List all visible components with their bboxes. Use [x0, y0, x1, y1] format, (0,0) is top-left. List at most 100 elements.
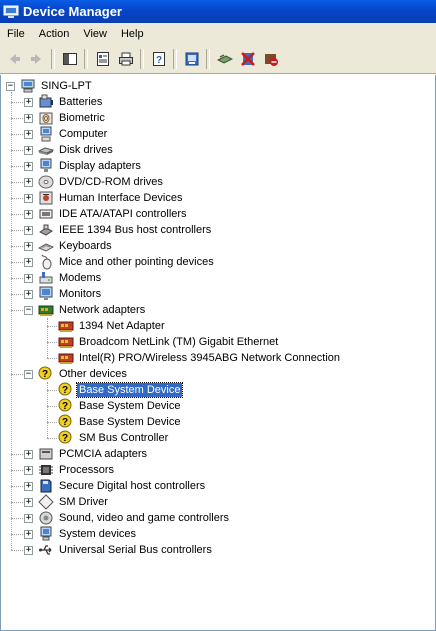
expand-toggle-biometric[interactable]: + — [24, 114, 33, 123]
tree-connector-horizontal — [47, 438, 57, 439]
tree-connector-horizontal — [11, 486, 23, 487]
tree-category-universal-serial-bus-controllers[interactable]: Universal Serial Bus controllers — [38, 542, 214, 558]
ieee1394-icon — [39, 224, 53, 236]
tree-category-secure-digital-host-controllers[interactable]: Secure Digital host controllers — [38, 478, 207, 494]
tree-category-dvd-cd-rom-drives[interactable]: DVD/CD-ROM drives — [38, 174, 165, 190]
tree-category-display-adapters[interactable]: Display adapters — [38, 158, 143, 174]
tree-connector-horizontal — [11, 166, 23, 167]
forward-button[interactable] — [25, 48, 48, 70]
tree-connector-horizontal — [11, 246, 23, 247]
scan-hardware-button[interactable] — [213, 48, 236, 70]
tree-node-label: SM Driver — [59, 496, 108, 508]
unknown-device-icon: ? — [58, 398, 72, 412]
expand-toggle-sound-video-and-game-controllers[interactable]: + — [24, 514, 33, 523]
expand-toggle-modems[interactable]: + — [24, 274, 33, 283]
expand-toggle-disk-drives[interactable]: + — [24, 146, 33, 155]
unknown-device-icon: ? — [38, 366, 52, 380]
disable-button[interactable] — [259, 48, 282, 70]
toolbar-separator — [51, 49, 55, 69]
tree-node-label: SING-LPT — [41, 80, 92, 92]
tree-category-disk-drives[interactable]: Disk drives — [38, 142, 115, 158]
root-collapse-toggle[interactable]: − — [6, 82, 15, 91]
tree-root-computer[interactable]: SING-LPT — [20, 78, 94, 94]
expand-toggle-sm-driver[interactable]: + — [24, 498, 33, 507]
expand-toggle-batteries[interactable]: + — [24, 98, 33, 107]
tree-category-human-interface-devices[interactable]: Human Interface Devices — [38, 190, 185, 206]
properties-button[interactable] — [91, 48, 114, 70]
print-button[interactable] — [114, 48, 137, 70]
expand-toggle-secure-digital-host-controllers[interactable]: + — [24, 482, 33, 491]
tree-node-label: Disk drives — [59, 144, 113, 156]
show-hide-tree-button[interactable] — [58, 48, 81, 70]
tree-category-modems[interactable]: Modems — [38, 270, 103, 286]
tree-connector-horizontal — [11, 230, 23, 231]
expand-toggle-display-adapters[interactable]: + — [24, 162, 33, 171]
tree-device-sm-bus-controller[interactable]: ? SM Bus Controller — [58, 430, 170, 446]
show-hide-tree-icon — [62, 53, 77, 65]
tree-category-keyboards[interactable]: Keyboards — [38, 238, 114, 254]
tree-category-computer[interactable]: Computer — [38, 126, 109, 142]
tree-category-network-adapters[interactable]: Network adapters — [38, 302, 147, 318]
computer-root-icon — [21, 79, 35, 93]
tree-device-base-system-device[interactable]: ? Base System Device — [58, 398, 182, 414]
tree-category-ide-ata-atapi-controllers[interactable]: IDE ATA/ATAPI controllers — [38, 206, 189, 222]
menu-view[interactable]: View — [76, 23, 114, 45]
expand-toggle-human-interface-devices[interactable]: + — [24, 194, 33, 203]
tree-device-intel-r-pro-wireless-3945abg-network-connection[interactable]: Intel(R) PRO/Wireless 3945ABG Network Co… — [58, 350, 342, 366]
tree-category-sm-driver[interactable]: SM Driver — [38, 494, 110, 510]
svg-text:?: ? — [62, 385, 68, 396]
expand-toggle-processors[interactable]: + — [24, 466, 33, 475]
expand-toggle-network-adapters[interactable]: − — [24, 306, 33, 315]
tree-connector-vertical — [47, 382, 48, 438]
tree-device-1394-net-adapter[interactable]: 1394 Net Adapter — [58, 318, 167, 334]
tree-connector-horizontal — [11, 214, 23, 215]
tree-connector-horizontal — [11, 118, 23, 119]
expand-toggle-pcmcia-adapters[interactable]: + — [24, 450, 33, 459]
tree-connector-horizontal — [47, 326, 57, 327]
tree-connector-horizontal — [11, 454, 23, 455]
expand-toggle-ide-ata-atapi-controllers[interactable]: + — [24, 210, 33, 219]
menu-bar: File Action View Help — [0, 23, 436, 46]
tree-category-batteries[interactable]: Batteries — [38, 94, 104, 110]
tree-category-ieee-1394-bus-host-controllers[interactable]: IEEE 1394 Bus host controllers — [38, 222, 213, 238]
expand-toggle-ieee-1394-bus-host-controllers[interactable]: + — [24, 226, 33, 235]
unknown-device-icon: ? — [58, 382, 72, 396]
tree-device-base-system-device[interactable]: ? Base System Device — [58, 414, 182, 430]
menu-action[interactable]: Action — [32, 23, 77, 45]
tree-category-other-devices[interactable]: ? Other devices — [38, 366, 129, 382]
expand-toggle-dvd-cd-rom-drives[interactable]: + — [24, 178, 33, 187]
tree-category-monitors[interactable]: Monitors — [38, 286, 103, 302]
expand-toggle-monitors[interactable]: + — [24, 290, 33, 299]
expand-toggle-computer[interactable]: + — [24, 130, 33, 139]
dvd-drive-icon — [38, 175, 54, 189]
expand-toggle-keyboards[interactable]: + — [24, 242, 33, 251]
tree-category-biometric[interactable]: Biometric — [38, 110, 107, 126]
tree-category-sound-video-and-game-controllers[interactable]: Sound, video and game controllers — [38, 510, 231, 526]
expand-toggle-other-devices[interactable]: − — [24, 370, 33, 379]
tree-connector-horizontal — [47, 342, 57, 343]
tree-connector-horizontal — [47, 406, 57, 407]
toolbar-separator — [173, 49, 177, 69]
menu-file[interactable]: File — [0, 23, 32, 45]
tree-device-base-system-device[interactable]: ? Base System Device — [58, 382, 184, 398]
tree-category-system-devices[interactable]: System devices — [38, 526, 138, 542]
menu-help[interactable]: Help — [114, 23, 151, 45]
tree-category-pcmcia-adapters[interactable]: PCMCIA adapters — [38, 446, 149, 462]
uninstall-button[interactable] — [236, 48, 259, 70]
tree-device-broadcom-netlink-tm-gigabit-ethernet[interactable]: Broadcom NetLink (TM) Gigabit Ethernet — [58, 334, 280, 350]
svg-text:?: ? — [42, 369, 48, 380]
expand-toggle-mice-and-other-pointing-devices[interactable]: + — [24, 258, 33, 267]
tree-node-label: DVD/CD-ROM drives — [59, 176, 163, 188]
expand-toggle-system-devices[interactable]: + — [24, 530, 33, 539]
back-button[interactable] — [2, 48, 25, 70]
expand-toggle-universal-serial-bus-controllers[interactable]: + — [24, 546, 33, 555]
back-icon — [9, 54, 20, 64]
tree-category-mice-and-other-pointing-devices[interactable]: Mice and other pointing devices — [38, 254, 216, 270]
device-tree[interactable]: − SING-LPT + Batteries + Biometric + Computer + D… — [0, 75, 436, 631]
tree-connector-vertical — [47, 318, 48, 358]
tree-node-label: Human Interface Devices — [59, 192, 183, 204]
help-button[interactable]: ? — [147, 48, 170, 70]
tree-category-processors[interactable]: Processors — [38, 462, 116, 478]
tree-node-label: Secure Digital host controllers — [59, 480, 206, 492]
update-driver-button[interactable] — [180, 48, 203, 70]
